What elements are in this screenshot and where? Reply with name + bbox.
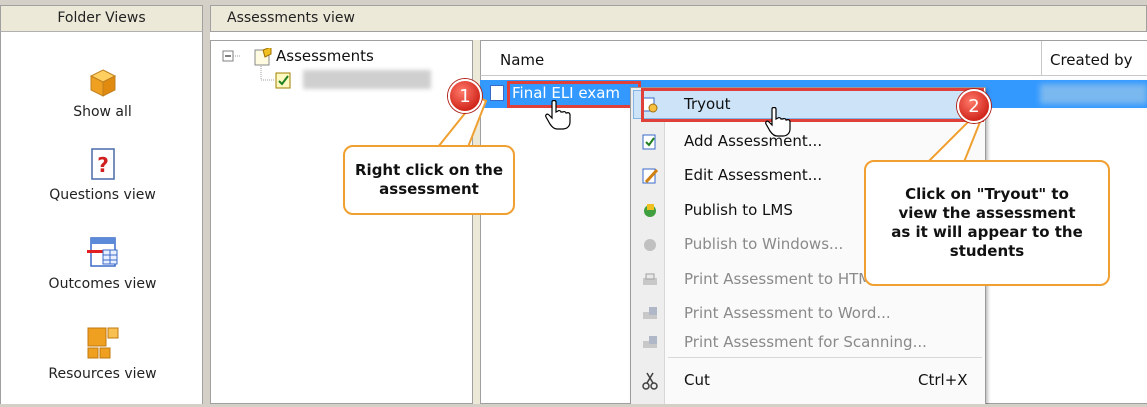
step1-badge: 1: [448, 79, 482, 113]
callout-step2: Click on "Tryout" to view the assessment…: [864, 160, 1110, 286]
callout-step1: Right click on the assessment: [343, 145, 515, 215]
step2-badge: 2: [957, 89, 991, 123]
hand-cursor-icon: [765, 107, 791, 137]
callout-step2-text: Click on "Tryout" to view the assessment…: [891, 185, 1083, 260]
hand-cursor-icon: [545, 100, 571, 130]
